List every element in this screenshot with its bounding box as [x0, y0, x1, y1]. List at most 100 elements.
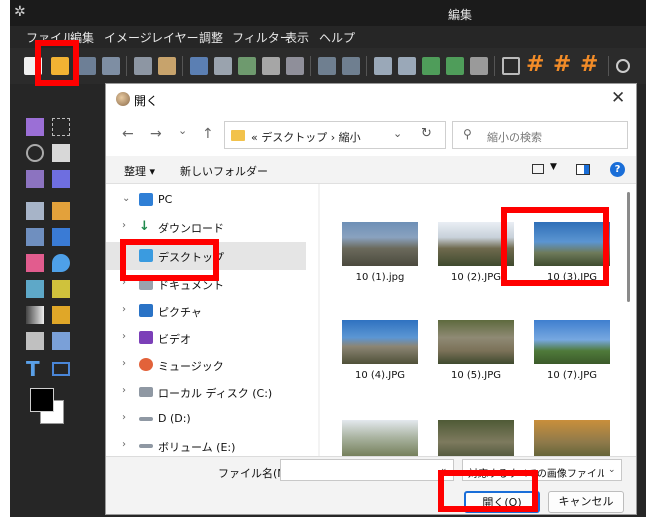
folder-icon — [231, 130, 245, 141]
resize-icon[interactable] — [470, 57, 488, 75]
chevron-down-icon[interactable]: ⌄ — [122, 193, 130, 204]
fill-icon[interactable] — [26, 280, 44, 298]
help-icon[interactable]: ? — [610, 162, 625, 177]
move-icon[interactable] — [26, 170, 44, 188]
address-part-current[interactable]: 縮小 — [339, 131, 361, 144]
line-icon[interactable] — [26, 228, 44, 246]
paste-new-icon[interactable] — [262, 57, 280, 75]
tree-item-label: D (D:) — [158, 412, 191, 425]
menu-help[interactable]: ヘルプ — [319, 29, 355, 46]
chevron-right-icon[interactable]: › — [122, 331, 126, 342]
address-overflow[interactable]: « — [251, 131, 258, 144]
file-item[interactable] — [526, 416, 616, 456]
rotate-left-icon[interactable] — [422, 57, 440, 75]
gradient-icon[interactable] — [26, 306, 44, 324]
eraser-icon[interactable] — [26, 254, 44, 272]
menu-adjust[interactable]: 調整 — [199, 29, 223, 46]
refresh-icon[interactable]: ↻ — [421, 126, 432, 141]
address-part-desktop[interactable]: デスクトップ — [261, 131, 327, 144]
save-as-icon[interactable] — [102, 57, 120, 75]
text-icon[interactable]: T — [26, 359, 44, 379]
eyedropper-icon[interactable] — [26, 202, 44, 220]
paste-icon[interactable] — [238, 57, 256, 75]
lasso-icon[interactable] — [26, 144, 44, 162]
chevron-right-icon[interactable]: › — [122, 220, 126, 231]
tree-item-pictures[interactable]: › ピクチャ — [106, 299, 306, 323]
recent-locations-icon[interactable]: ⌄ — [178, 124, 187, 137]
pencil-icon[interactable] — [52, 202, 70, 220]
chevron-right-icon[interactable]: › — [122, 358, 126, 369]
tree-item-label: ボリューム (E:) — [158, 441, 236, 454]
rectangle-icon[interactable] — [52, 362, 70, 376]
menu-view[interactable]: 表示 — [285, 29, 309, 46]
hash-icon[interactable]: # — [526, 52, 544, 78]
hash-icon[interactable]: # — [580, 52, 598, 78]
forward-icon[interactable]: → — [150, 126, 162, 142]
hash-icon[interactable]: # — [553, 52, 571, 78]
shape-icon[interactable] — [52, 332, 70, 350]
gear-icon[interactable]: ✲ — [14, 4, 30, 20]
print-icon[interactable] — [134, 57, 152, 75]
pictures-icon — [139, 304, 153, 317]
menu-layer[interactable]: レイヤー — [151, 29, 199, 46]
file-item[interactable]: 10 (5).JPG — [430, 316, 520, 406]
close-icon[interactable]: ✕ — [611, 88, 625, 108]
marquee-icon[interactable] — [52, 118, 70, 136]
magic-wand-icon[interactable] — [52, 144, 70, 162]
clone-icon[interactable] — [52, 280, 70, 298]
back-icon[interactable]: ← — [122, 126, 134, 142]
address-bar[interactable]: « デスクトップ › 縮小 ⌄ ↻ — [224, 121, 446, 149]
grid-icon[interactable] — [502, 57, 520, 75]
tree-item-videos[interactable]: › ビデオ — [106, 326, 306, 350]
menu-image[interactable]: イメージ — [104, 29, 152, 46]
search-box[interactable]: ⚲ 縮小の検索 — [452, 121, 628, 149]
address-path: « デスクトップ › 縮小 — [251, 129, 361, 145]
filename-input[interactable] — [280, 459, 454, 481]
smudge-icon[interactable] — [26, 332, 44, 350]
highlight-open-button — [438, 470, 538, 512]
preview-pane-icon[interactable] — [576, 164, 590, 175]
chevron-right-icon[interactable]: › — [122, 385, 126, 396]
copy-icon[interactable] — [190, 57, 208, 75]
chevron-right-icon[interactable]: › — [122, 412, 126, 423]
pointer-icon[interactable] — [26, 118, 44, 136]
organize-button[interactable]: 整理 ▾ — [124, 163, 155, 179]
file-item[interactable] — [334, 416, 424, 456]
tree-item-local-disk-c[interactable]: › ローカル ディスク (C:) — [106, 380, 306, 404]
app-logo-icon — [116, 92, 130, 106]
file-thumbnail — [342, 420, 418, 456]
stamp-icon[interactable] — [52, 306, 70, 324]
chevron-right-icon[interactable]: › — [122, 439, 126, 450]
save-icon[interactable] — [78, 57, 96, 75]
zoom-icon[interactable] — [616, 59, 630, 73]
blur-icon[interactable] — [52, 254, 70, 272]
file-item[interactable]: 10 (7).JPG — [526, 316, 616, 406]
chevron-down-icon[interactable]: ▼ — [550, 162, 557, 172]
chevron-right-icon[interactable]: › — [122, 304, 126, 315]
up-icon[interactable]: ↑ — [202, 126, 214, 142]
new-folder-button[interactable]: 新しいフォルダー — [180, 163, 268, 179]
tree-item-volume-e[interactable]: › ボリューム (E:) — [106, 434, 306, 456]
tree-item-pc[interactable]: ⌄ PC — [106, 188, 306, 212]
cut-icon[interactable] — [214, 57, 232, 75]
rotate-right-icon[interactable] — [446, 57, 464, 75]
file-item[interactable] — [430, 416, 520, 456]
tree-item-downloads[interactable]: › ↓ ダウンロード — [106, 215, 306, 239]
crop-icon[interactable] — [52, 170, 70, 188]
file-item[interactable]: 10 (1).jpg — [334, 218, 424, 308]
chevron-down-icon[interactable]: ⌄ — [393, 127, 402, 140]
mail-icon[interactable] — [158, 57, 176, 75]
menu-filter[interactable]: フィルター — [232, 29, 292, 46]
file-list-scrollbar[interactable] — [627, 192, 630, 302]
file-item[interactable]: 10 (4).JPG — [334, 316, 424, 406]
cancel-button[interactable]: キャンセル — [548, 491, 624, 513]
tree-item-drive-d[interactable]: › D (D:) — [106, 407, 306, 431]
view-mode-icon[interactable] — [532, 164, 544, 174]
redo-icon[interactable] — [342, 57, 360, 75]
delete-icon[interactable] — [286, 57, 304, 75]
flip-icon[interactable] — [374, 57, 392, 75]
mirror-icon[interactable] — [398, 57, 416, 75]
undo-icon[interactable] — [318, 57, 336, 75]
tree-item-music[interactable]: › ミュージック — [106, 353, 306, 377]
brush-icon[interactable] — [52, 228, 70, 246]
